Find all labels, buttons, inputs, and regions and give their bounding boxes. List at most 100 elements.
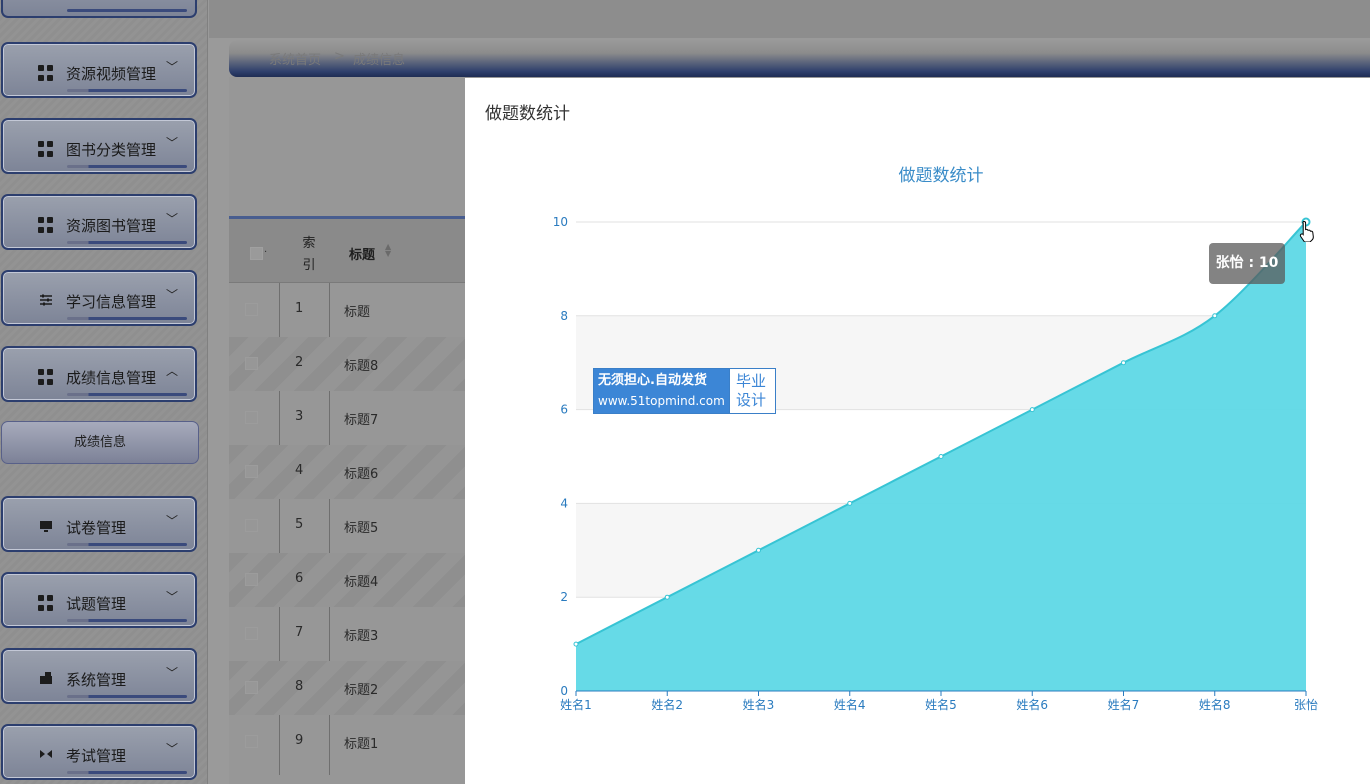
row-title: 标题4: [344, 575, 379, 590]
hand-cursor-icon: [1299, 220, 1314, 242]
sidebar-item-label: 资源图书管理: [66, 217, 157, 235]
sidebar-item-label: 系统管理: [66, 671, 127, 689]
row-title: 标题8: [344, 359, 379, 374]
row-title: 标题2: [344, 683, 379, 698]
chevron-up-icon: ︿: [166, 364, 179, 378]
chevron-down-icon: ﹀: [166, 742, 179, 756]
chevron-down-icon: ﹀: [166, 212, 179, 226]
chart-title: 做题数统计: [899, 166, 984, 186]
breadcrumb: 系统首页 > 成绩信息: [229, 40, 1370, 77]
watermark-line1: 无须担心.自动发货: [598, 373, 707, 388]
y-tick-label: 10: [553, 215, 568, 229]
watermark-line2: www.51topmind.com: [598, 394, 725, 408]
x-tick-label: 张怡: [1294, 698, 1318, 712]
row-title: 标题1: [344, 737, 379, 752]
sliders-icon: [38, 293, 54, 309]
row-checkbox[interactable]: [245, 519, 258, 532]
chevron-down-icon: ﹀: [166, 136, 179, 150]
watermark-badge: 无须担心.自动发货 www.51topmind.com 毕业 设计: [593, 368, 776, 414]
chevron-down-icon: ﹀: [166, 514, 179, 528]
row-index: 6: [295, 571, 304, 586]
table-row[interactable]: 5 标题5: [229, 499, 465, 553]
y-tick-label: 4: [560, 496, 568, 510]
sidebar-item-exam-paper[interactable]: 试卷管理 ﹀: [1, 496, 197, 552]
sidebar-subitem-score[interactable]: 成绩信息: [1, 421, 199, 464]
row-index: 3: [295, 409, 304, 424]
data-point: [938, 454, 944, 459]
chart-tooltip: 张怡 : 10: [1209, 243, 1285, 284]
grid-icon: [38, 217, 54, 233]
sidebar-item-label: 资源视频管理: [66, 65, 157, 83]
sidebar-item-resource-books[interactable]: 资源图书管理 ﹀: [1, 194, 197, 250]
x-tick-label: 姓名7: [1108, 697, 1140, 712]
table-row[interactable]: 8 标题2: [229, 661, 465, 715]
table-row[interactable]: 2 标题8: [229, 337, 465, 391]
breadcrumb-separator: >: [334, 49, 345, 64]
grid-icon: [38, 369, 54, 385]
row-checkbox[interactable]: [245, 411, 258, 424]
table-row[interactable]: 3 标题7: [229, 391, 465, 445]
sidebar-item-label: 图书分类管理: [66, 141, 157, 159]
breadcrumb-home[interactable]: 系统首页: [269, 49, 321, 68]
x-tick-label: 姓名4: [834, 697, 866, 712]
sidebar-item-label: 成绩信息管理: [66, 369, 157, 387]
row-checkbox[interactable]: [245, 735, 258, 748]
row-checkbox[interactable]: [245, 573, 258, 586]
y-tick-label: 6: [560, 403, 568, 417]
sidebar-item-top-partial[interactable]: [1, 0, 197, 18]
sidebar-item-questions[interactable]: 试题管理 ﹀: [1, 572, 197, 628]
sidebar-item-resource-video[interactable]: 资源视频管理 ﹀: [1, 42, 197, 98]
row-index: 4: [295, 463, 304, 478]
data-point: [847, 500, 853, 506]
row-checkbox[interactable]: [245, 681, 258, 694]
table-body: 1 标题 2 标题8 3 标题7 4 标题6 5 标题5 6 标题4 7 标题3 8 标题2 9 标题1: [229, 283, 465, 769]
row-checkbox[interactable]: [245, 357, 258, 370]
top-header: [209, 0, 1370, 38]
chevron-down-icon: ﹀: [166, 666, 179, 680]
row-title: 标题6: [344, 467, 379, 482]
header-index: 索引: [302, 236, 316, 273]
data-point: [1212, 313, 1218, 319]
sort-icon[interactable]: ▲ ▼: [385, 243, 391, 258]
table-row[interactable]: 7 标题3: [229, 607, 465, 661]
data-point: [756, 547, 761, 553]
sidebar-item-label: 考试管理: [66, 747, 127, 765]
y-tick-label: 0: [560, 684, 568, 698]
data-table: . 索引 标题 ▲ ▼ 1 标题 2 标题8 3 标题7 4 标题6 5 标题5 6 标题4 7 标题3 8 标…: [229, 216, 465, 775]
sidebar-item-system[interactable]: 系统管理 ﹀: [1, 648, 197, 704]
table-row[interactable]: 9 标题1: [229, 715, 465, 769]
chart: 0 2 4 6 8 10 姓名1 姓名2 姓名3 姓名4 姓名5 姓名6 姓名7 姓名8 张怡 做题数统计: [553, 166, 1318, 712]
table-row[interactable]: 1 标题: [229, 283, 465, 337]
chevron-down-icon: ﹀: [166, 590, 179, 604]
sidebar-item-study-info[interactable]: 学习信息管理 ﹀: [1, 270, 197, 326]
row-index: 8: [295, 679, 304, 694]
x-tick-label: 姓名8: [1199, 697, 1231, 712]
sidebar-item-score-info[interactable]: 成绩信息管理 ︿: [1, 346, 197, 402]
sidebar-item-label: 试题管理: [66, 595, 127, 613]
sidebar-item-label: 试卷管理: [66, 519, 127, 537]
chart-dialog: 做题数统计 0 2 4 6 8 10 姓名1 姓名2 姓名3 姓名4 姓名5 姓名6 姓名7 姓名8 张怡 做…: [465, 78, 1370, 784]
row-checkbox[interactable]: [245, 627, 258, 640]
breadcrumb-current: 成绩信息: [353, 53, 406, 68]
row-checkbox[interactable]: [245, 303, 258, 316]
sidebar-item-book-category[interactable]: 图书分类管理 ﹀: [1, 118, 197, 174]
data-point: [1121, 360, 1126, 366]
row-checkbox[interactable]: [245, 465, 258, 478]
table-header: . 索引 标题 ▲ ▼: [229, 219, 465, 283]
monitor-icon: [38, 519, 54, 535]
chevron-down-icon: ﹀: [166, 60, 179, 74]
row-index: 2: [295, 355, 304, 370]
x-tick-label: 姓名5: [925, 697, 957, 712]
sidebar-item-label: 学习信息管理: [66, 293, 157, 311]
select-all-checkbox[interactable]: [250, 247, 263, 260]
header-title[interactable]: 标题: [349, 244, 375, 263]
row-title: 标题5: [344, 521, 379, 536]
x-tick-label: 姓名3: [743, 697, 775, 712]
x-tick-label: 姓名2: [651, 697, 683, 712]
table-row[interactable]: 6 标题4: [229, 553, 465, 607]
camera-icon: [38, 671, 54, 687]
chevron-down-icon: ﹀: [166, 288, 179, 302]
sidebar-item-exam[interactable]: 考试管理 ﹀: [1, 724, 197, 780]
table-row[interactable]: 4 标题6: [229, 445, 465, 499]
grid-icon: [38, 595, 54, 611]
